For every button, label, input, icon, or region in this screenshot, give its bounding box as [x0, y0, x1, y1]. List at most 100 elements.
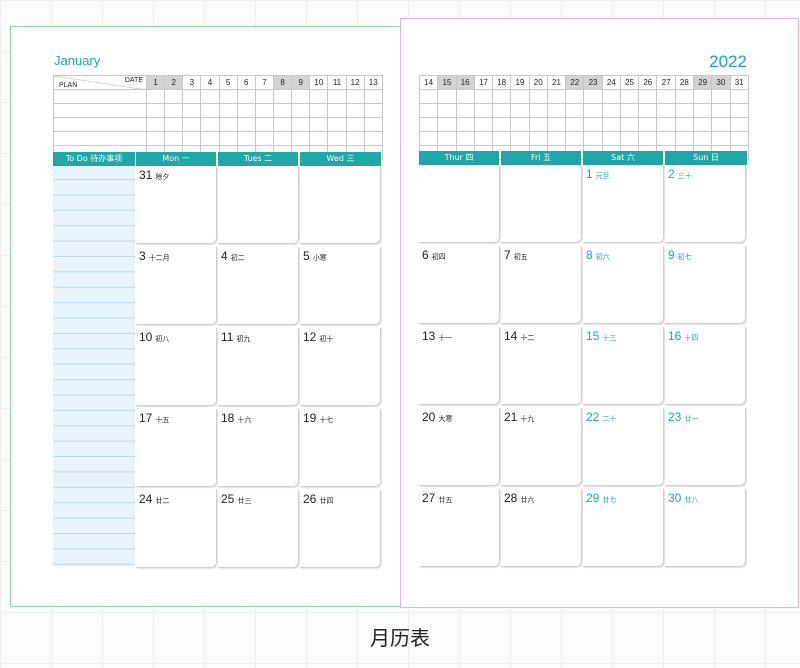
plan-cell[interactable]	[638, 103, 658, 118]
plan-cell[interactable]	[528, 117, 548, 132]
day-cell[interactable]: 3 十二月	[136, 247, 217, 325]
day-cell[interactable]	[501, 165, 582, 243]
plan-cell[interactable]	[309, 131, 329, 146]
plan-cell[interactable]	[418, 89, 439, 104]
plan-cell[interactable]	[437, 89, 457, 104]
plan-cell[interactable]	[565, 131, 585, 146]
plan-cell[interactable]	[729, 103, 749, 118]
plan-cell[interactable]	[656, 117, 676, 132]
plan-cell[interactable]	[418, 103, 439, 118]
plan-cell[interactable]	[473, 117, 494, 132]
plan-cell[interactable]	[53, 103, 147, 118]
plan-cell[interactable]	[272, 89, 293, 104]
plan-cell[interactable]	[145, 89, 166, 104]
plan-cell[interactable]	[619, 89, 640, 104]
plan-cell[interactable]	[182, 89, 202, 104]
day-cell[interactable]: 30 廿八	[665, 489, 746, 567]
plan-cell[interactable]	[473, 89, 494, 104]
plan-cell[interactable]	[601, 117, 621, 132]
plan-cell[interactable]	[200, 89, 220, 104]
plan-cell[interactable]	[455, 117, 475, 132]
plan-cell[interactable]	[492, 117, 512, 132]
plan-cell[interactable]	[345, 103, 365, 118]
day-cell[interactable]: 21 十九	[501, 408, 582, 486]
plan-cell[interactable]	[236, 89, 256, 104]
plan-cell[interactable]	[236, 131, 256, 146]
day-cell[interactable]: 19 十七	[300, 409, 381, 487]
plan-cell[interactable]	[345, 117, 365, 132]
plan-cell[interactable]	[473, 103, 494, 118]
plan-cell[interactable]	[729, 89, 749, 104]
plan-cell[interactable]	[437, 117, 457, 132]
plan-cell[interactable]	[619, 117, 640, 132]
plan-cell[interactable]	[583, 117, 603, 132]
day-cell[interactable]: 27 廿五	[419, 489, 500, 567]
plan-cell[interactable]	[291, 103, 311, 118]
plan-cell[interactable]	[455, 103, 475, 118]
plan-cell[interactable]	[711, 103, 731, 118]
plan-cell[interactable]	[583, 89, 603, 104]
plan-cell[interactable]	[291, 117, 311, 132]
day-cell[interactable]	[419, 165, 500, 243]
plan-cell[interactable]	[418, 117, 439, 132]
plan-cell[interactable]	[455, 131, 475, 146]
plan-cell[interactable]	[455, 89, 475, 104]
plan-cell[interactable]	[272, 131, 293, 146]
plan-cell[interactable]	[601, 103, 621, 118]
plan-cell[interactable]	[656, 103, 676, 118]
plan-cell[interactable]	[674, 131, 694, 146]
plan-cell[interactable]	[692, 117, 713, 132]
plan-cell[interactable]	[638, 117, 658, 132]
day-cell[interactable]: 25 廿三	[218, 490, 299, 568]
day-cell[interactable]: 1 元旦	[583, 165, 664, 243]
plan-cell[interactable]	[583, 131, 603, 146]
plan-cell[interactable]	[565, 117, 585, 132]
plan-cell[interactable]	[309, 89, 329, 104]
plan-cell[interactable]	[309, 117, 329, 132]
plan-cell[interactable]	[254, 103, 274, 118]
day-cell[interactable]: 22 二十	[583, 408, 664, 486]
plan-cell[interactable]	[601, 131, 621, 146]
plan-cell[interactable]	[711, 131, 731, 146]
plan-cell[interactable]	[363, 103, 383, 118]
plan-cell[interactable]	[182, 117, 202, 132]
plan-cell[interactable]	[145, 131, 166, 146]
plan-cell[interactable]	[327, 89, 347, 104]
day-cell[interactable]: 29 廿七	[583, 489, 664, 567]
plan-cell[interactable]	[656, 131, 676, 146]
plan-cell[interactable]	[200, 131, 220, 146]
plan-cell[interactable]	[546, 103, 567, 118]
day-cell[interactable]: 18 十六	[218, 409, 299, 487]
plan-cell[interactable]	[291, 131, 311, 146]
plan-cell[interactable]	[510, 103, 530, 118]
plan-cell[interactable]	[418, 131, 439, 146]
plan-cell[interactable]	[692, 131, 713, 146]
plan-cell[interactable]	[674, 117, 694, 132]
plan-cell[interactable]	[619, 103, 640, 118]
plan-cell[interactable]	[254, 117, 274, 132]
day-cell[interactable]: 17 十五	[136, 409, 217, 487]
plan-cell[interactable]	[327, 131, 347, 146]
plan-cell[interactable]	[510, 89, 530, 104]
plan-cell[interactable]	[674, 103, 694, 118]
plan-cell[interactable]	[164, 131, 184, 146]
day-cell[interactable]: 4 初二	[218, 247, 299, 325]
plan-cell[interactable]	[729, 131, 749, 146]
plan-cell[interactable]	[363, 131, 383, 146]
plan-cell[interactable]	[345, 89, 365, 104]
plan-cell[interactable]	[327, 103, 347, 118]
day-cell[interactable]: 23 廿一	[665, 408, 746, 486]
plan-cell[interactable]	[492, 89, 512, 104]
day-cell[interactable]: 15 十三	[583, 327, 664, 405]
plan-cell[interactable]	[291, 89, 311, 104]
plan-cell[interactable]	[164, 103, 184, 118]
plan-cell[interactable]	[473, 131, 494, 146]
plan-cell[interactable]	[164, 117, 184, 132]
plan-cell[interactable]	[638, 89, 658, 104]
plan-cell[interactable]	[145, 103, 166, 118]
plan-cell[interactable]	[218, 117, 238, 132]
day-cell[interactable]	[218, 166, 299, 244]
plan-cell[interactable]	[272, 103, 293, 118]
plan-cell[interactable]	[272, 117, 293, 132]
plan-cell[interactable]	[711, 89, 731, 104]
